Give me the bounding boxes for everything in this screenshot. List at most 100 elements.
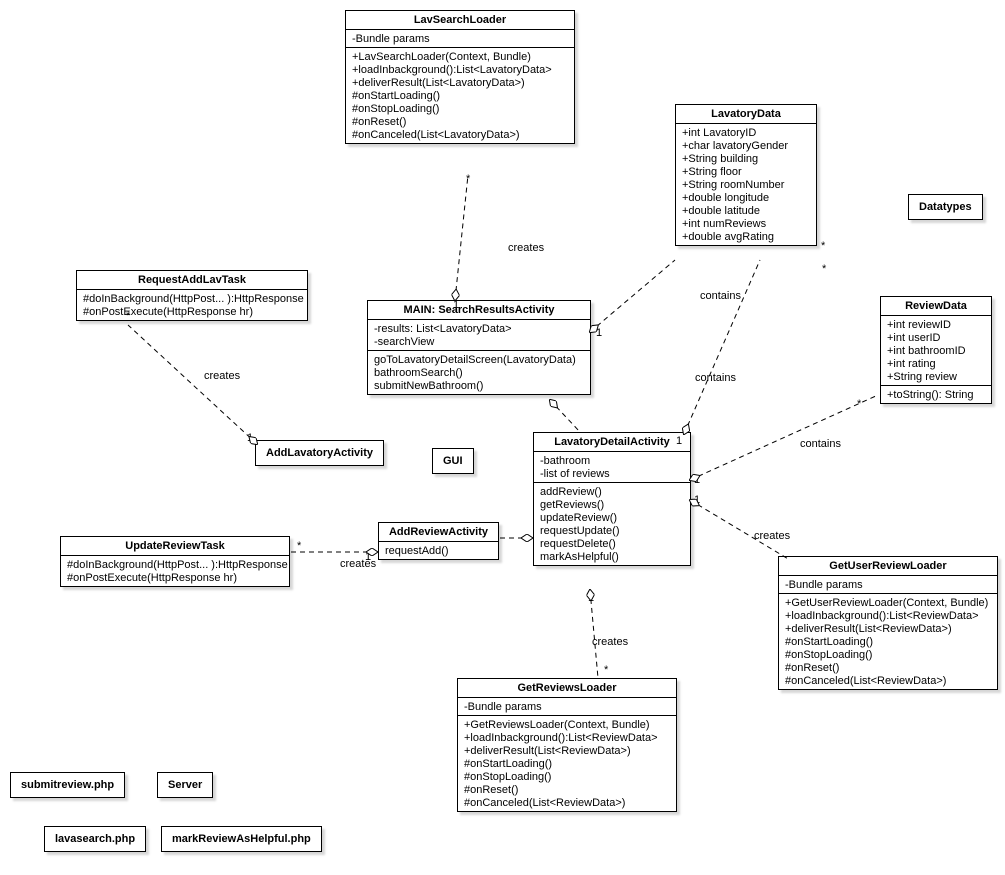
- mult: *: [297, 540, 301, 552]
- class-title: GetReviewsLoader: [458, 679, 676, 698]
- op: #onStopLoading(): [464, 770, 670, 783]
- mult: 1: [596, 327, 602, 339]
- class-review-data: ReviewData +int reviewID +int userID +in…: [880, 296, 992, 404]
- mult: 1: [453, 299, 459, 311]
- rel-label: contains: [695, 372, 736, 384]
- rel-label: creates: [204, 370, 240, 382]
- rel-label: creates: [592, 636, 628, 648]
- class-get-user-review-loader: GetUserReviewLoader -Bundle params +GetU…: [778, 556, 998, 690]
- attr: +String review: [887, 370, 985, 383]
- attr: +char lavatoryGender: [682, 139, 810, 152]
- mult: *: [466, 173, 470, 185]
- op: +loadInbackground():List<LavatoryData>: [352, 63, 568, 76]
- op: bathroomSearch(): [374, 366, 584, 379]
- op: +GetReviewsLoader(Context, Bundle): [464, 718, 670, 731]
- attr: +int rating: [887, 357, 985, 370]
- mult: 1: [588, 592, 594, 604]
- op: #onCanceled(List<ReviewData>): [464, 796, 670, 809]
- class-search-results-activity: MAIN: SearchResultsActivity -results: Li…: [367, 300, 591, 395]
- attr: +double latitude: [682, 204, 810, 217]
- class-title: LavatoryData: [676, 105, 816, 124]
- mult: *: [857, 398, 861, 410]
- attr: +int userID: [887, 331, 985, 344]
- class-lav-search-loader: LavSearchLoader -Bundle params +LavSearc…: [345, 10, 575, 144]
- op: #onStartLoading(): [352, 89, 568, 102]
- op: markAsHelpful(): [540, 550, 684, 563]
- op: #onStartLoading(): [785, 635, 991, 648]
- op: addReview(): [540, 485, 684, 498]
- file-lavasearch: lavasearch.php: [44, 826, 146, 852]
- op: #onCanceled(List<ReviewData>): [785, 674, 991, 687]
- attr: -Bundle params: [464, 700, 670, 713]
- mult: 1: [247, 432, 253, 444]
- attr: -bathroom: [540, 454, 684, 467]
- mult: 1: [694, 494, 700, 506]
- op: +toString(): String: [887, 388, 985, 401]
- class-title: AddReviewActivity: [379, 523, 498, 542]
- class-update-review-task: UpdateReviewTask #doInBackground(HttpPos…: [60, 536, 290, 587]
- op: requestAdd(): [385, 544, 492, 557]
- op: #onReset(): [785, 661, 991, 674]
- class-title: MAIN: SearchResultsActivity: [368, 301, 590, 320]
- mult: 1: [676, 435, 682, 447]
- op: #onReset(): [352, 115, 568, 128]
- attr: +String floor: [682, 165, 810, 178]
- file-submitreview: submitreview.php: [10, 772, 125, 798]
- op: +GetUserReviewLoader(Context, Bundle): [785, 596, 991, 609]
- attr: -Bundle params: [352, 32, 568, 45]
- file-mark-review-helpful: markReviewAsHelpful.php: [161, 826, 322, 852]
- attr: -results: List<LavatoryData>: [374, 322, 584, 335]
- op: #onStopLoading(): [785, 648, 991, 661]
- attr: -list of reviews: [540, 467, 684, 480]
- attr: -Bundle params: [785, 578, 991, 591]
- op: +deliverResult(List<ReviewData>): [785, 622, 991, 635]
- op: #onReset(): [464, 783, 670, 796]
- op: #onPostExecute(HttpResponse hr): [67, 571, 283, 584]
- class-lavatory-detail-activity: LavatoryDetailActivity -bathroom -list o…: [533, 432, 691, 566]
- class-add-review-activity: AddReviewActivity requestAdd(): [378, 522, 499, 560]
- class-add-lavatory-activity: AddLavatoryActivity: [255, 440, 384, 466]
- note-server: Server: [157, 772, 213, 798]
- attr: +int bathroomID: [887, 344, 985, 357]
- op: +deliverResult(List<ReviewData>): [464, 744, 670, 757]
- op: +loadInbackground():List<ReviewData>: [785, 609, 991, 622]
- op: +LavSearchLoader(Context, Bundle): [352, 50, 568, 63]
- attr: +String roomNumber: [682, 178, 810, 191]
- mult: *: [821, 240, 825, 252]
- note-datatypes: Datatypes: [908, 194, 983, 220]
- attr: +double avgRating: [682, 230, 810, 243]
- attr: -searchView: [374, 335, 584, 348]
- note-gui: GUI: [432, 448, 474, 474]
- op: #onStopLoading(): [352, 102, 568, 115]
- rel-label: contains: [800, 438, 841, 450]
- mult: *: [822, 263, 826, 275]
- rel-label: creates: [754, 530, 790, 542]
- rel-label: contains: [700, 290, 741, 302]
- mult: *: [126, 310, 130, 322]
- class-get-reviews-loader: GetReviewsLoader -Bundle params +GetRevi…: [457, 678, 677, 812]
- op: #doInBackground(HttpPost... ):HttpRespon…: [67, 558, 283, 571]
- class-lavatory-data: LavatoryData +int LavatoryID +char lavat…: [675, 104, 817, 246]
- op: updateReview(): [540, 511, 684, 524]
- mult: *: [604, 664, 608, 676]
- class-request-add-lav-task: RequestAddLavTask #doInBackground(HttpPo…: [76, 270, 308, 321]
- attr: +String building: [682, 152, 810, 165]
- op: goToLavatoryDetailScreen(LavatoryData): [374, 353, 584, 366]
- class-title: LavatoryDetailActivity: [534, 433, 690, 452]
- mult: 1: [694, 474, 700, 486]
- op: submitNewBathroom(): [374, 379, 584, 392]
- class-title: ReviewData: [881, 297, 991, 316]
- op: #onPostExecute(HttpResponse hr): [83, 305, 301, 318]
- attr: +int numReviews: [682, 217, 810, 230]
- rel-label: creates: [508, 242, 544, 254]
- class-title: UpdateReviewTask: [61, 537, 289, 556]
- op: #onStartLoading(): [464, 757, 670, 770]
- op: requestUpdate(): [540, 524, 684, 537]
- op: +loadInbackground():List<ReviewData>: [464, 731, 670, 744]
- op: #doInBackground(HttpPost... ):HttpRespon…: [83, 292, 301, 305]
- attr: +int LavatoryID: [682, 126, 810, 139]
- class-title: RequestAddLavTask: [77, 271, 307, 290]
- attr: +int reviewID: [887, 318, 985, 331]
- attr: +double longitude: [682, 191, 810, 204]
- op: requestDelete(): [540, 537, 684, 550]
